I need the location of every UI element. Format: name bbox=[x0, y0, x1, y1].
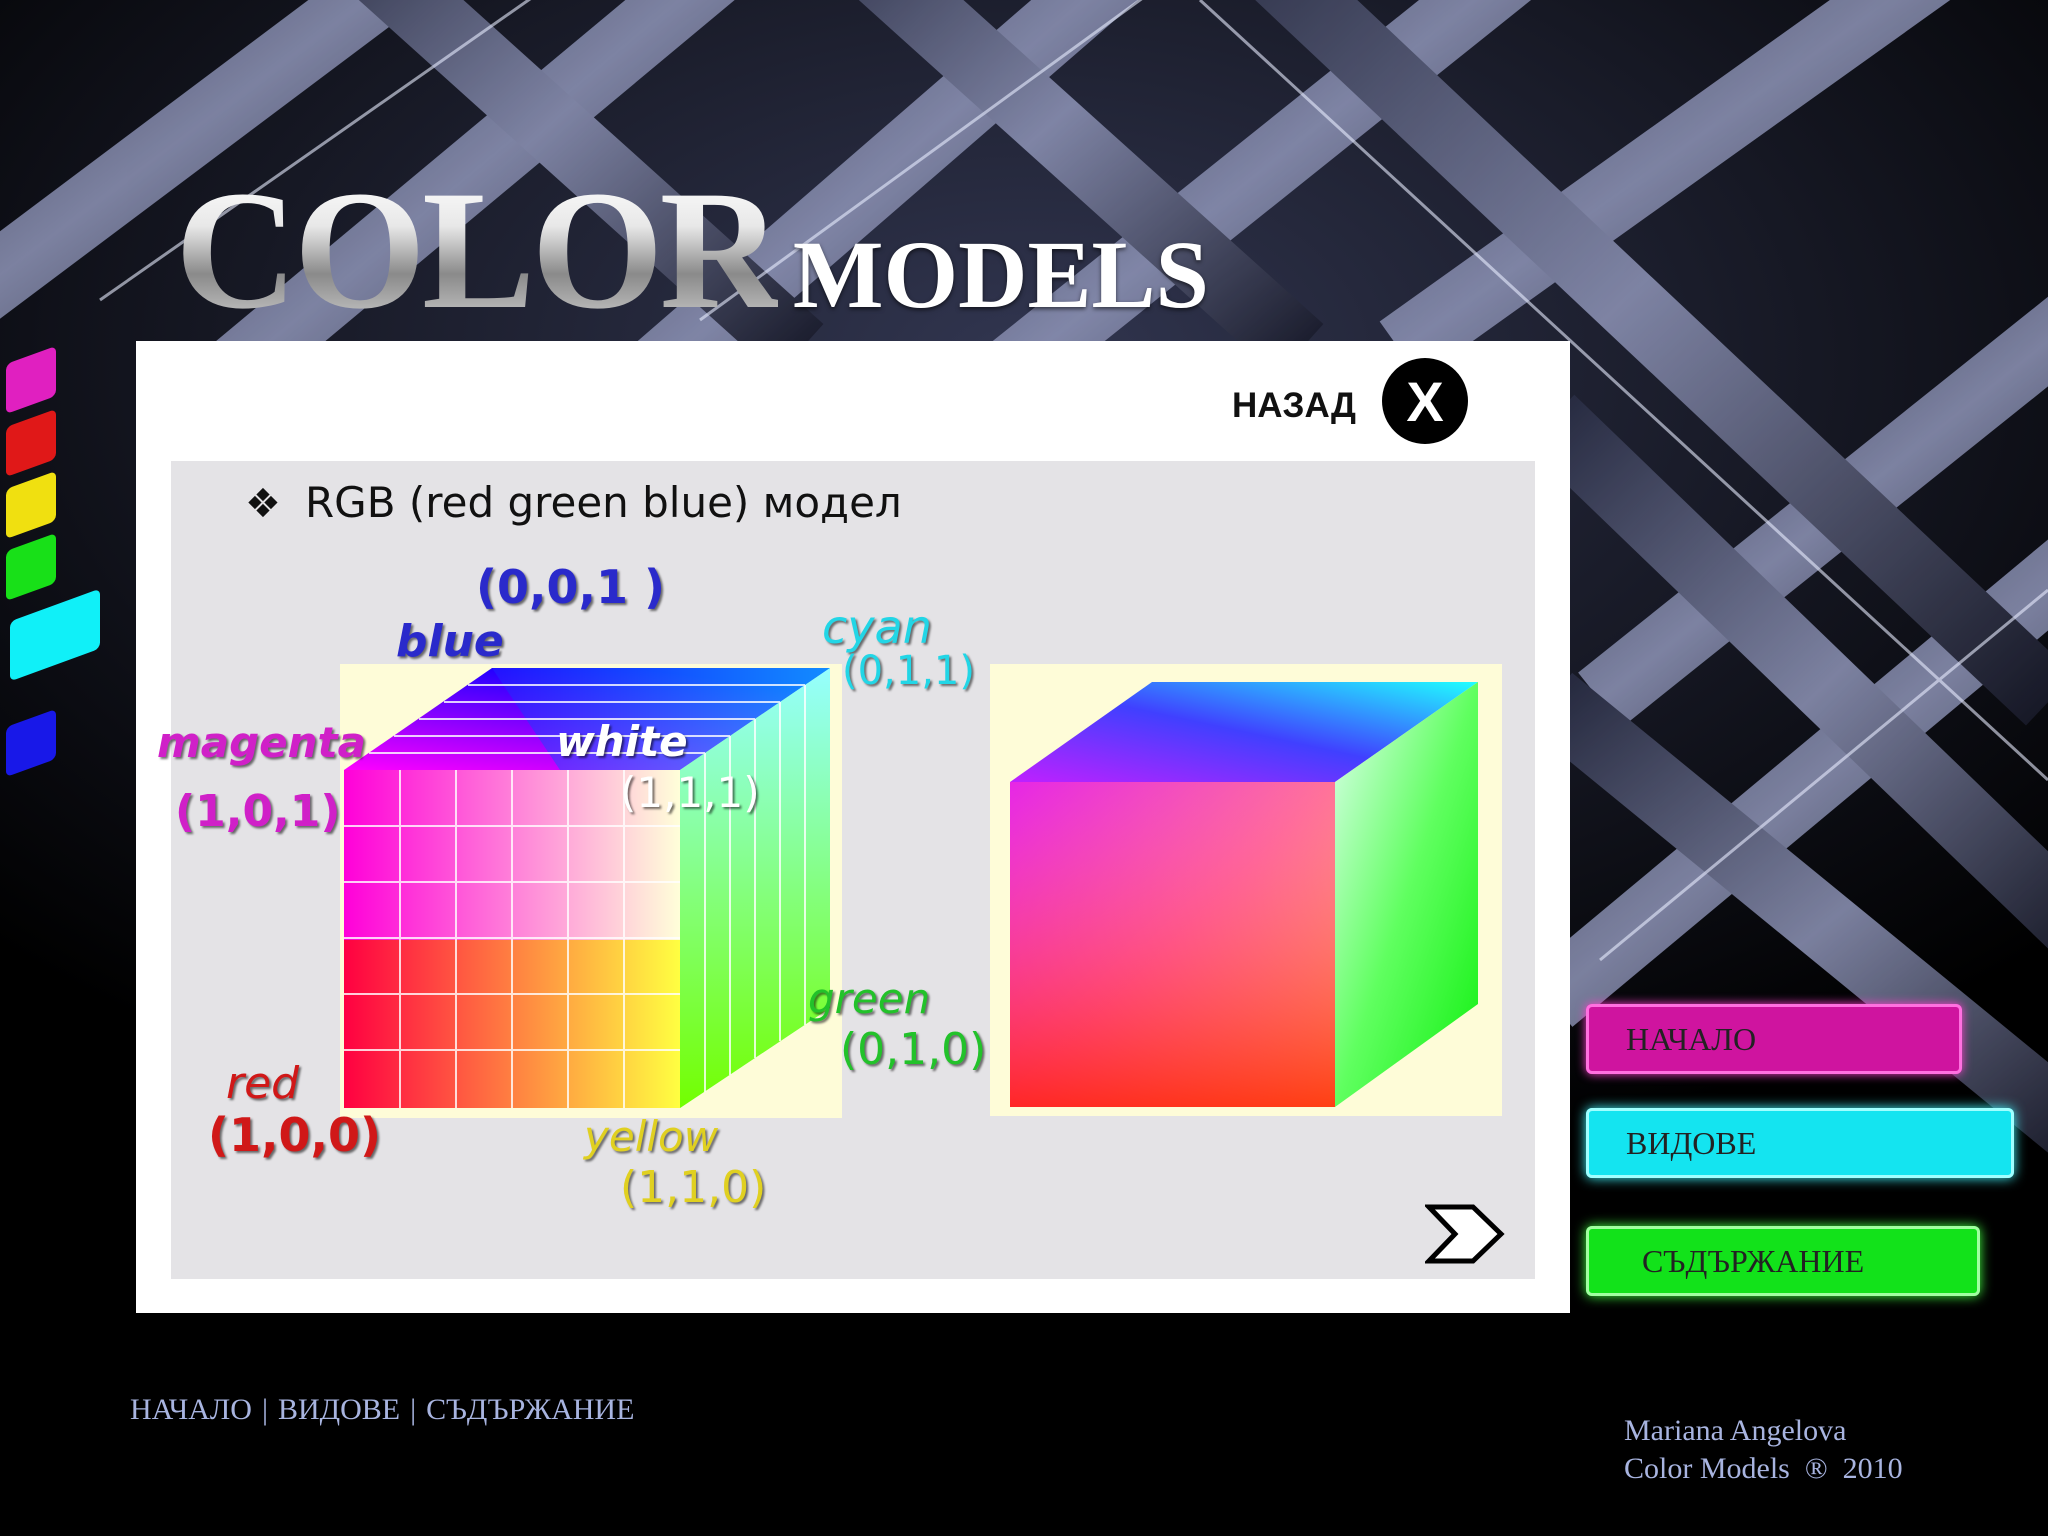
swatch-blue bbox=[6, 708, 56, 778]
swatch-magenta bbox=[6, 345, 56, 415]
footer-link-start[interactable]: НАЧАЛО bbox=[130, 1393, 252, 1426]
title-color-word: COLOR bbox=[175, 156, 782, 344]
back-label[interactable]: НАЗАД bbox=[1232, 386, 1356, 426]
page-title: COLOR MODELS bbox=[175, 156, 1209, 344]
footer-credit: Mariana Angelova Color Models ® 2010 bbox=[1624, 1412, 1903, 1488]
footer-separator: | bbox=[261, 1393, 268, 1426]
swatch-green bbox=[6, 532, 56, 602]
nav-button-types[interactable]: ВИДОВЕ bbox=[1586, 1108, 2014, 1178]
diamond-bullet-icon: ❖ bbox=[245, 481, 281, 527]
label-cyan-coord: (0,1,1) bbox=[842, 648, 975, 694]
swatch-yellow bbox=[6, 470, 56, 540]
chevron-right-icon bbox=[1425, 1204, 1505, 1264]
footer-separator: | bbox=[410, 1393, 417, 1426]
next-slide-button[interactable] bbox=[1425, 1203, 1505, 1265]
close-button[interactable]: X bbox=[1382, 358, 1468, 444]
label-magenta-coord: (1,0,1) bbox=[175, 786, 341, 837]
label-cyan: cyan bbox=[822, 600, 932, 654]
label-red: red bbox=[226, 1058, 300, 1109]
footer-link-types[interactable]: ВИДОВЕ bbox=[278, 1393, 400, 1426]
label-red-coord: (1,0,0) bbox=[208, 1108, 382, 1162]
bullet-heading: ❖ RGB (red green blue) модел bbox=[245, 478, 902, 527]
label-green-coord: (0,1,0) bbox=[840, 1024, 987, 1075]
color-swatches bbox=[0, 340, 110, 800]
nav-button-contents[interactable]: СЪДЪРЖАНИЕ bbox=[1586, 1226, 1980, 1296]
author-name: Mariana Angelova bbox=[1624, 1414, 1847, 1447]
footer-nav: НАЧАЛО | ВИДОВЕ | СЪДЪРЖАНИЕ bbox=[130, 1393, 634, 1427]
label-yellow-coord: (1,1,0) bbox=[620, 1162, 767, 1213]
label-yellow: yellow bbox=[584, 1112, 719, 1161]
footer-link-contents[interactable]: СЪДЪРЖАНИЕ bbox=[426, 1393, 634, 1426]
title-models-word: MODELS bbox=[792, 221, 1209, 328]
label-green: green bbox=[808, 974, 931, 1023]
label-white-coord: (1,1,1) bbox=[620, 768, 760, 817]
swatch-cyan bbox=[10, 588, 100, 682]
label-blue: blue bbox=[396, 616, 504, 667]
label-blue-coord: (0,0,1 ) bbox=[476, 560, 666, 614]
label-white: white bbox=[556, 717, 688, 766]
label-magenta: magenta bbox=[157, 718, 366, 767]
nav-button-start[interactable]: НАЧАЛО bbox=[1586, 1004, 1962, 1074]
swatch-red bbox=[6, 408, 56, 478]
copyright-text: Color Models ® 2010 bbox=[1624, 1452, 1903, 1485]
bullet-text: RGB (red green blue) модел bbox=[305, 478, 902, 527]
close-icon: X bbox=[1406, 369, 1444, 433]
